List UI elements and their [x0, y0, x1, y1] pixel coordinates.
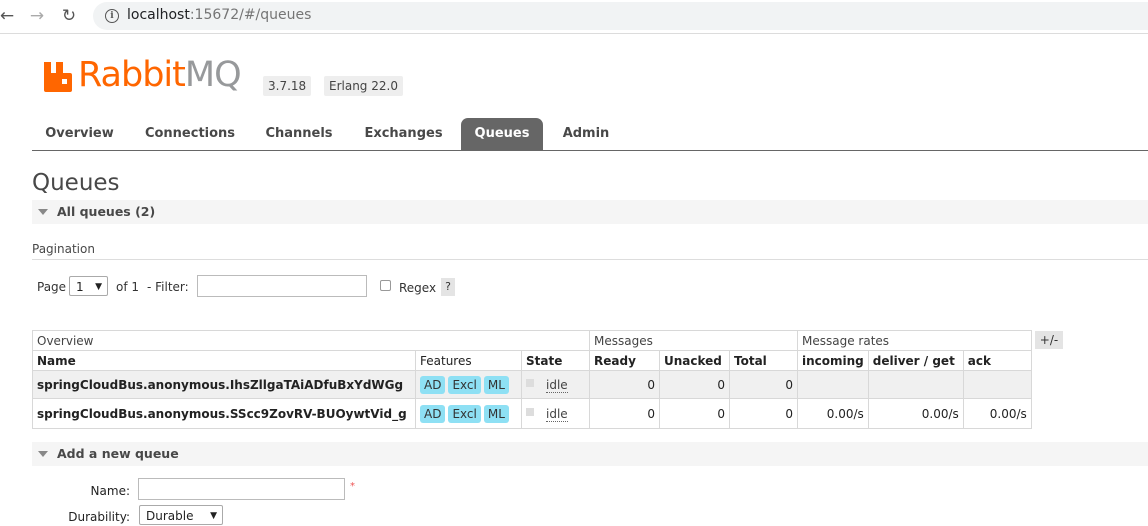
main-tabs: Overview Connections Channels Exchanges … [32, 118, 1148, 151]
page-of-label: of 1 [116, 280, 140, 294]
column-toggle-button[interactable]: +/- [1035, 331, 1063, 349]
cell-incoming: 0.00/s [797, 398, 869, 429]
col-total[interactable]: Total [729, 350, 798, 371]
filter-input[interactable] [197, 275, 367, 297]
page-select[interactable]: 1 ▼ [69, 276, 108, 296]
info-icon[interactable]: i [105, 9, 119, 23]
cell-ack: 0.00/s [962, 398, 1032, 429]
feature-badge-ml[interactable]: ML [483, 404, 509, 423]
col-deliver-get[interactable]: deliver / get [867, 350, 964, 371]
cell-total: 0 [729, 370, 798, 399]
cell-deliver-get [867, 370, 964, 399]
chevron-down-icon: ▼ [95, 282, 102, 292]
queue-features: AD Excl ML [415, 398, 522, 429]
url-path: :15672/#/queues [189, 7, 312, 23]
cell-ready: 0 [589, 398, 660, 429]
group-messages: Messages [589, 330, 798, 351]
col-features: Features [415, 350, 522, 371]
collapse-triangle-icon [38, 451, 48, 457]
feature-badge-excl[interactable]: Excl [448, 375, 481, 394]
logo-wordmark: RabbitMQ [78, 55, 242, 95]
logo-rabbit-text: Rabbit [78, 55, 186, 95]
browser-toolbar: ← → ↻ i localhost:15672/#/queues [0, 0, 1148, 34]
url-host: localhost [127, 7, 190, 23]
filter-label: - Filter: [147, 280, 189, 294]
col-ack[interactable]: ack [962, 350, 1032, 371]
required-marker: * [350, 481, 355, 492]
add-queue-toggle[interactable]: Add a new queue [32, 442, 1148, 466]
cell-unacked: 0 [659, 398, 730, 429]
state-text[interactable]: idle [546, 406, 568, 422]
col-incoming[interactable]: incoming [797, 350, 869, 371]
queues-table: Overview Messages Message rates Name Fea… [32, 330, 1032, 429]
address-bar[interactable]: i localhost:15672/#/queues [93, 2, 1148, 30]
group-overview: Overview [32, 330, 590, 351]
url-text: localhost:15672/#/queues [127, 7, 311, 23]
table-row[interactable]: springCloudBus.anonymous.SScc9ZovRV-BUOy… [32, 398, 1032, 429]
table-row[interactable]: springCloudBus.anonymous.IhsZllgaTAiADfu… [32, 370, 1032, 399]
collapse-triangle-icon [38, 209, 48, 215]
cell-unacked: 0 [659, 370, 730, 399]
add-queue-label: Add a new queue [57, 446, 179, 461]
page-label: Page [37, 280, 67, 294]
back-arrow-icon[interactable]: ← [0, 5, 18, 27]
regex-help-button[interactable]: ? [441, 278, 455, 296]
queue-state: idle [521, 370, 590, 399]
tab-overview[interactable]: Overview [32, 118, 127, 150]
group-message-rates: Message rates [797, 330, 1032, 351]
tab-channels[interactable]: Channels [254, 118, 344, 150]
col-unacked[interactable]: Unacked [659, 350, 730, 371]
page-title: Queues [32, 170, 120, 196]
reload-icon[interactable]: ↻ [58, 5, 80, 27]
feature-badge-excl[interactable]: Excl [448, 404, 481, 423]
feature-badge-ad[interactable]: AD [420, 375, 446, 394]
table-column-header: Name Features State Ready Unacked Total … [32, 350, 1032, 371]
name-label: Name: [90, 484, 130, 498]
table-group-header: Overview Messages Message rates [32, 330, 1032, 351]
durability-select[interactable]: Durable ▼ [139, 505, 223, 525]
regex-checkbox[interactable] [380, 280, 391, 291]
durability-select-value: Durable [146, 509, 194, 523]
state-text[interactable]: idle [546, 377, 568, 393]
tab-queues[interactable]: Queues [461, 118, 543, 150]
erlang-badge: Erlang 22.0 [324, 76, 403, 96]
tab-connections[interactable]: Connections [132, 118, 248, 150]
queue-state: idle [521, 398, 590, 429]
cell-incoming [797, 370, 869, 399]
cell-ack [962, 370, 1032, 399]
chevron-down-icon: ▼ [210, 511, 217, 521]
queue-name-input[interactable] [138, 478, 345, 500]
col-name[interactable]: Name [32, 350, 416, 371]
version-badge: 3.7.18 [263, 76, 312, 96]
cell-ready: 0 [589, 370, 660, 399]
all-queues-toggle[interactable]: All queues (2) [32, 200, 1148, 224]
pagination-heading: Pagination [32, 242, 95, 256]
queue-features: AD Excl ML [415, 370, 522, 399]
queue-name-link[interactable]: springCloudBus.anonymous.IhsZllgaTAiADfu… [32, 370, 416, 399]
page-select-value: 1 [76, 280, 84, 294]
regex-label: Regex [399, 281, 437, 295]
feature-badge-ml[interactable]: ML [483, 375, 509, 394]
tab-exchanges[interactable]: Exchanges [352, 118, 455, 150]
col-state[interactable]: State [521, 350, 590, 371]
state-indicator-icon [526, 407, 534, 416]
feature-badge-ad[interactable]: AD [420, 404, 446, 423]
queue-name-link[interactable]: springCloudBus.anonymous.SScc9ZovRV-BUOy… [32, 398, 416, 429]
logo-mq-text: MQ [184, 55, 242, 95]
state-indicator-icon [526, 378, 534, 387]
tab-admin[interactable]: Admin [548, 118, 624, 150]
forward-arrow-icon[interactable]: → [26, 5, 48, 27]
cell-deliver-get: 0.00/s [867, 398, 964, 429]
rabbitmq-logo-icon [44, 62, 72, 92]
durability-label: Durability: [68, 510, 130, 524]
divider [32, 259, 1148, 260]
all-queues-label: All queues (2) [57, 204, 156, 219]
cell-total: 0 [729, 398, 798, 429]
col-ready[interactable]: Ready [589, 350, 660, 371]
